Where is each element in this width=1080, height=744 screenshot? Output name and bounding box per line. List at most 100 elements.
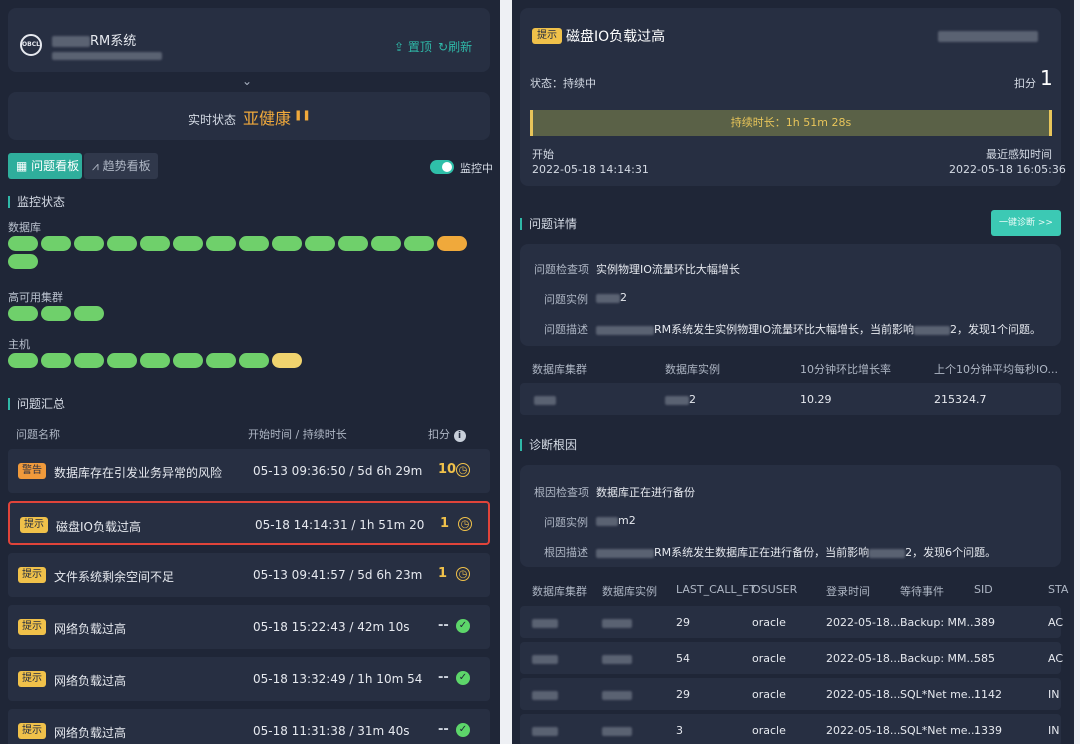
status-pill[interactable]: [173, 236, 203, 251]
status-pill[interactable]: [140, 353, 170, 368]
issues-section-title: 问题汇总: [8, 398, 65, 410]
root-cell: oracle: [752, 616, 786, 629]
issue-score: --: [438, 618, 449, 633]
redacted-text: [596, 548, 654, 558]
right-panel: 提示 磁盘IO负载过高 状态：持续中 扣分 1 持续时长：1h 51m 28s …: [512, 0, 1074, 744]
tab-issues[interactable]: ▦ 问题看板: [8, 153, 82, 179]
detail-desc-label: 问题描述: [544, 323, 588, 336]
status-pill[interactable]: [437, 236, 467, 251]
redacted-text: [532, 618, 558, 628]
detail-instance-text: 2: [620, 291, 627, 304]
status-pill[interactable]: [107, 236, 137, 251]
root-instance-label: 问题实例: [544, 516, 588, 529]
col-issue-score: 扣分 i: [428, 426, 466, 442]
issue-badge: 警告: [18, 463, 46, 479]
refresh-button[interactable]: ↻刷新: [438, 38, 472, 55]
root-table-row[interactable]: 29 oracle 2022-05-18... Backup: MM... 389 AC: [520, 606, 1064, 638]
issue-score: --: [438, 670, 449, 685]
issue-row[interactable]: 警告 数据库存在引发业务异常的风险 05-13 09:36:50 / 5d 6h 2…: [8, 449, 490, 493]
status-pill[interactable]: [140, 236, 170, 251]
root-desc-text: RM系统发生数据库正在进行备份，当前影响: [654, 546, 870, 559]
status-pill[interactable]: [371, 236, 401, 251]
status-pill[interactable]: [338, 236, 368, 251]
issue-badge: 提示: [18, 671, 46, 687]
issue-time: 05-18 14:14:31 / 1h 51m 20s: [255, 518, 425, 532]
status-pill[interactable]: [206, 236, 236, 251]
issue-score: 1: [438, 566, 448, 581]
root-cell: 2022-05-18...: [826, 688, 901, 701]
col-issue-time: 开始时间 / 持续时长: [248, 428, 347, 441]
monitor-toggle[interactable]: [430, 160, 454, 174]
status-pill[interactable]: [8, 353, 38, 368]
duration-bar: 持续时长：1h 51m 28s: [530, 110, 1052, 136]
chevron-down-icon[interactable]: ⌄: [242, 74, 252, 88]
root-cell: oracle: [752, 652, 786, 665]
chart-icon: ⩘: [92, 159, 99, 173]
root-col-header: STA: [1048, 583, 1069, 596]
summary-badge: 提示: [532, 28, 562, 44]
issue-name: 网络负载过高: [54, 622, 127, 636]
issue-status: 状态：持续中: [530, 77, 596, 90]
status-pill[interactable]: [404, 236, 434, 251]
status-pill[interactable]: [41, 236, 71, 251]
root-col-header: 等待事件: [900, 585, 944, 598]
detail-check-value: 实例物理IO流量环比大幅增长: [596, 263, 740, 276]
status-pill[interactable]: [239, 236, 269, 251]
status-pill[interactable]: [272, 236, 302, 251]
root-cell: 2022-05-18...: [826, 616, 901, 629]
root-cell: AC: [1048, 616, 1064, 629]
detail-table-row[interactable]: 2 10.29 215324.7: [520, 383, 1061, 415]
root-cell-redacted: [532, 688, 558, 701]
detail-instance-label: 问题实例: [544, 293, 588, 306]
detail-cell-instance-text: 2: [689, 393, 696, 406]
issue-score: 1: [440, 516, 450, 531]
root-instance-value: m2: [596, 514, 636, 527]
root-cell: IN: [1048, 688, 1060, 701]
detail-col-growth: 10分钟环比增长率: [800, 363, 891, 376]
status-pill[interactable]: [305, 236, 335, 251]
info-icon[interactable]: i: [453, 430, 466, 442]
check-icon: ✓: [456, 671, 470, 685]
status-pill[interactable]: [74, 353, 104, 368]
issue-row[interactable]: 提示 网络负载过高 05-18 11:31:38 / 31m 40s -- ✓: [8, 709, 490, 744]
root-table-row[interactable]: 3 oracle 2022-05-18... SQL*Net me... 1339 IN: [520, 714, 1061, 744]
issue-row[interactable]: 提示 网络负载过高 05-18 13:32:49 / 1h 10m 54s -- ✓: [8, 657, 490, 701]
history-icon[interactable]: ◷: [456, 463, 470, 477]
status-pill[interactable]: [8, 236, 38, 251]
root-cell-redacted: [602, 724, 632, 737]
issue-row[interactable]: 提示 网络负载过高 05-18 15:22:43 / 42m 10s -- ✓: [8, 605, 490, 649]
diagnose-button[interactable]: 一键诊断 >>: [991, 210, 1061, 236]
status-pill[interactable]: [74, 306, 104, 321]
root-table-row[interactable]: 29 oracle 2022-05-18... SQL*Net me... 1142 IN: [520, 678, 1061, 710]
host-status-pills: [8, 353, 478, 368]
root-table-row[interactable]: 54 oracle 2022-05-18... Backup: MM... 585 AC: [520, 642, 1063, 674]
status-pill[interactable]: [8, 254, 38, 269]
status-pill[interactable]: [107, 353, 137, 368]
root-cell: Backup: MM...: [900, 652, 977, 665]
status-pill[interactable]: [206, 353, 236, 368]
check-icon: ✓: [456, 619, 470, 633]
status-pill[interactable]: [41, 353, 71, 368]
detail-cell-instance: 2: [665, 393, 696, 406]
status-pill[interactable]: [74, 236, 104, 251]
root-cell: 1339: [974, 724, 1002, 737]
history-icon[interactable]: ◷: [456, 567, 470, 581]
redacted-text: [602, 690, 632, 700]
issue-row[interactable]: 提示文件系统剩余空间不足 05-13 09:41:57 / 5d 6h 23m 5…: [8, 553, 490, 597]
status-pill[interactable]: [8, 306, 38, 321]
col-issue-name: 问题名称: [16, 428, 60, 441]
root-cell: 2022-05-18...: [826, 652, 901, 665]
detail-cell-growth: 10.29: [800, 393, 832, 406]
redacted-text: [602, 618, 632, 628]
issue-row[interactable]: 提示 磁盘IO负载过高 05-18 14:14:31 / 1h 51m 20s 1 ◷: [8, 501, 490, 545]
root-cell: 585: [974, 652, 995, 665]
status-pill[interactable]: [41, 306, 71, 321]
pin-button[interactable]: ⇪ 置顶: [394, 38, 432, 55]
status-pill[interactable]: [239, 353, 269, 368]
status-pill[interactable]: [272, 353, 302, 368]
history-icon[interactable]: ◷: [458, 517, 472, 531]
status-pill[interactable]: [173, 353, 203, 368]
root-check-value: 数据库正在进行备份: [596, 486, 695, 499]
tab-trends[interactable]: ⩘ 趋势看板: [84, 153, 158, 179]
detail-col-cluster: 数据库集群: [532, 363, 587, 376]
